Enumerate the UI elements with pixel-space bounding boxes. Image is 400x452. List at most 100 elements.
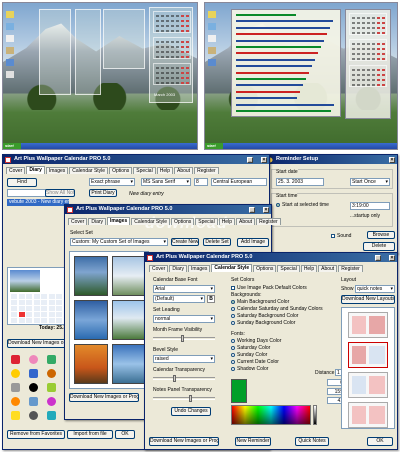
layout-preview[interactable] xyxy=(348,342,388,368)
clipart-icon[interactable] xyxy=(29,355,38,364)
background-option[interactable]: Saturday Background Color xyxy=(231,313,298,319)
font-color-option[interactable]: Current Date Color xyxy=(231,359,279,365)
tab-help[interactable]: Help xyxy=(300,265,318,272)
show-all-notes-button[interactable]: Show All Notes xyxy=(45,189,75,197)
tab-about[interactable]: About xyxy=(318,265,338,272)
timezone-select[interactable]: Central European xyxy=(211,178,267,186)
layout-preview[interactable] xyxy=(348,402,388,428)
quick-notes-button[interactable]: Quick Notes xyxy=(295,437,329,446)
clipart-icon[interactable] xyxy=(47,411,56,420)
tab-images[interactable]: Images xyxy=(107,217,131,225)
tab-options[interactable]: Options xyxy=(109,167,133,174)
use-image-pack-option[interactable]: Use Image Pack Default Colors xyxy=(231,285,307,291)
frequency-select[interactable]: Start Once ▾ xyxy=(350,178,390,186)
clipart-icon[interactable] xyxy=(11,369,20,378)
image-thumbnail[interactable] xyxy=(112,344,146,384)
minimize-icon[interactable]: _ xyxy=(375,254,381,261)
clipart-icon[interactable] xyxy=(29,369,38,378)
add-image-button[interactable]: Add Image xyxy=(237,238,269,247)
background-option[interactable]: Sunday Background Color xyxy=(231,320,295,326)
new-diary-entry-tab[interactable]: New diary entry xyxy=(129,191,164,197)
delete-button[interactable]: Delete xyxy=(363,242,395,251)
calendar-day[interactable] xyxy=(48,318,55,323)
calendar-day[interactable] xyxy=(33,294,40,299)
tab-cover[interactable]: Cover xyxy=(149,265,169,272)
tab-images[interactable]: Images xyxy=(45,167,69,174)
clipart-icon[interactable] xyxy=(11,411,20,420)
tab-options[interactable]: Options xyxy=(253,265,277,272)
tab-special[interactable]: Special xyxy=(133,167,156,174)
tab-options[interactable]: Options xyxy=(171,218,195,225)
tab-calendar-style[interactable]: Calendar Style xyxy=(69,167,109,174)
calendar-day[interactable] xyxy=(18,300,25,305)
tab-calendar-style[interactable]: Calendar Style xyxy=(211,264,253,272)
image-thumbnail[interactable] xyxy=(112,256,146,296)
calendar-day[interactable] xyxy=(48,312,55,317)
calendar-day[interactable] xyxy=(11,306,17,311)
tab-about[interactable]: About xyxy=(174,167,194,174)
close-icon[interactable]: × xyxy=(263,206,269,213)
clipart-icon[interactable] xyxy=(11,355,20,364)
layout-preview[interactable] xyxy=(348,312,388,338)
cal-transparency-slider[interactable] xyxy=(153,375,215,382)
calendar-day[interactable] xyxy=(56,306,62,311)
clipart-icon[interactable] xyxy=(47,369,56,378)
calendar-day[interactable] xyxy=(26,318,32,323)
tab-register[interactable]: Register xyxy=(338,265,363,272)
clipart-icon[interactable] xyxy=(29,397,38,406)
tab-special[interactable]: Special xyxy=(277,265,300,272)
tab-cover[interactable]: Cover xyxy=(68,218,88,225)
calendar-day[interactable] xyxy=(41,306,47,311)
bevel-select[interactable]: raised ▾ xyxy=(153,355,215,363)
calendar-day[interactable] xyxy=(56,318,62,323)
create-new-button[interactable]: Create New xyxy=(171,238,199,246)
tab-diary[interactable]: Diary xyxy=(88,218,107,225)
browse-button[interactable]: Browse xyxy=(367,231,395,239)
tab-diary[interactable]: Diary xyxy=(26,166,45,174)
tab-special[interactable]: Special xyxy=(195,218,218,225)
at-selected-time-option[interactable]: Start at selected time xyxy=(276,202,329,208)
tab-images[interactable]: Images xyxy=(188,265,211,272)
import-file-button[interactable]: Import from file xyxy=(67,430,113,439)
image-thumbnail[interactable] xyxy=(112,300,146,340)
startup-only-option[interactable]: ...startup only xyxy=(350,213,380,219)
calendar-day[interactable] xyxy=(33,306,40,311)
tab-register[interactable]: Register xyxy=(256,218,281,225)
calendar-day[interactable] xyxy=(48,300,55,305)
calendar-day[interactable] xyxy=(41,312,47,317)
start-time-field[interactable]: 3:19:00 xyxy=(350,202,390,210)
notes-transparency-slider[interactable] xyxy=(153,395,215,402)
clipart-icon[interactable] xyxy=(47,355,56,364)
tab-help[interactable]: Help xyxy=(156,167,173,174)
calendar-day[interactable] xyxy=(26,306,32,311)
show-select[interactable]: quick notes ▾ xyxy=(355,285,395,293)
calendar-day[interactable] xyxy=(56,300,62,305)
clipart-icon[interactable] xyxy=(11,397,20,406)
start-date-field[interactable]: 25. 3. 2003 xyxy=(276,178,324,186)
phrase-select[interactable]: Exact phrase ▾ xyxy=(89,178,135,186)
bold-toggle[interactable]: B xyxy=(207,295,215,303)
clipart-icon[interactable] xyxy=(47,397,56,406)
close-icon[interactable]: × xyxy=(261,156,267,163)
base-font-select[interactable]: Arial ▾ xyxy=(153,285,215,293)
background-option[interactable]: Calendar Saturday and Sunday Colors xyxy=(231,306,323,312)
calendar-day[interactable] xyxy=(11,318,17,323)
layout-preview[interactable] xyxy=(348,372,388,398)
style-download-button[interactable]: Download New Images or Programs xyxy=(149,437,219,446)
delete-set-button[interactable]: Delete Set xyxy=(203,238,231,246)
font-color-option[interactable]: Working Days Color xyxy=(231,338,281,344)
color-spectrum-picker[interactable] xyxy=(231,405,311,425)
leading-select[interactable]: normal ▾ xyxy=(153,315,215,323)
undo-changes-button[interactable]: Undo Changes xyxy=(171,407,211,416)
calendar-day[interactable] xyxy=(41,318,47,323)
calendar-day[interactable] xyxy=(41,300,47,305)
calendar-day[interactable] xyxy=(18,294,25,299)
calendar-day[interactable] xyxy=(41,294,47,299)
tab-cover[interactable]: Cover xyxy=(6,167,26,174)
new-reminder-button[interactable]: New Reminder xyxy=(235,437,271,446)
tab-diary[interactable]: Diary xyxy=(169,265,188,272)
image-thumbnail[interactable] xyxy=(74,344,108,384)
font-color-option[interactable]: Shadow Color xyxy=(231,366,268,372)
image-thumbnail[interactable] xyxy=(74,300,108,340)
background-option[interactable]: Main Background Color xyxy=(231,299,289,305)
